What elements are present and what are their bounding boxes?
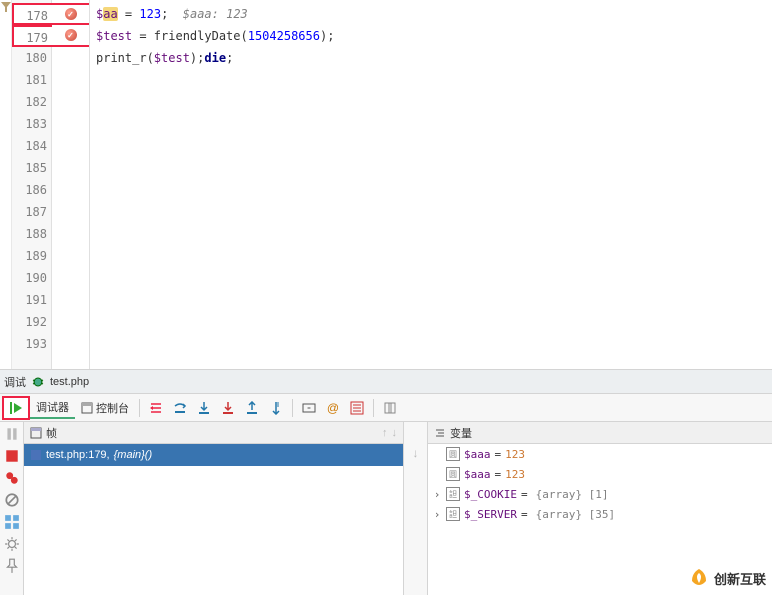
console-subtab[interactable]: 控制台 <box>75 398 135 418</box>
step-out-button[interactable] <box>241 397 263 419</box>
line-number-gutter[interactable]: 1781791801811821831841851861871881891901… <box>12 0 52 369</box>
settings-debug-button[interactable] <box>346 397 368 419</box>
breakpoint-column[interactable] <box>52 0 90 369</box>
layout-button[interactable] <box>4 514 20 530</box>
stop-button[interactable] <box>4 448 20 464</box>
frames-header: 帧 ↑ ↓ <box>24 422 403 444</box>
resume-button[interactable] <box>2 396 30 420</box>
console-icon <box>81 402 93 414</box>
breakpoint-icon[interactable] <box>65 29 77 41</box>
variable-row[interactable]: ›詚$_SERVER = {array} [35] <box>428 504 772 524</box>
evaluate-expression-button[interactable]: = <box>298 397 320 419</box>
debug-body: 帧 ↑ ↓ test.php:179, {main}() ↓ <box>0 422 772 595</box>
watermark-logo-icon <box>688 567 710 589</box>
pause-button[interactable] <box>4 426 20 442</box>
frame-row[interactable]: test.php:179, {main}() <box>24 444 403 466</box>
watermark: 创新互联 <box>688 567 766 589</box>
frame-next-button[interactable]: ↓ <box>392 427 398 439</box>
variable-row[interactable]: ›詚$_COOKIE = {array} [1] <box>428 484 772 504</box>
code-editor: 1781791801811821831841851861871881891901… <box>0 0 772 370</box>
filter-column[interactable] <box>0 0 12 369</box>
watch-down-button[interactable]: ↓ <box>413 446 419 460</box>
vars-header: 变量 <box>428 422 772 444</box>
vars-side-toolbar: ↓ <box>404 422 428 595</box>
view-breakpoints-button[interactable] <box>4 470 20 486</box>
debug-panel: 调试 test.php 调试器 控制台 = @ <box>0 370 772 595</box>
settings-button[interactable] <box>4 536 20 552</box>
frame-prev-button[interactable]: ↑ <box>382 427 388 439</box>
debug-side-toolbar <box>0 422 24 595</box>
debug-toolbar: 调试器 控制台 = @ <box>0 394 772 422</box>
at-sign-button[interactable]: @ <box>322 397 344 419</box>
php-file-icon <box>30 449 42 461</box>
debug-tab-strip: 调试 test.php <box>0 370 772 394</box>
code-content[interactable]: $aa = 123; $aaa: 123$test = friendlyDate… <box>90 0 772 369</box>
pin-button[interactable] <box>379 397 401 419</box>
breakpoint-icon[interactable] <box>65 8 77 20</box>
frames-title: 帧 <box>46 425 57 441</box>
frame-file: test.php:179, <box>46 449 110 461</box>
variable-row[interactable]: 圆$aaa = 123 <box>428 464 772 484</box>
debugger-subtab[interactable]: 调试器 <box>30 397 75 419</box>
vars-icon <box>434 427 446 439</box>
svg-text:@: @ <box>327 401 339 415</box>
bug-icon <box>32 376 44 388</box>
run-to-cursor-button[interactable] <box>265 397 287 419</box>
debug-file-label[interactable]: test.php <box>50 376 89 388</box>
step-into-button[interactable] <box>193 397 215 419</box>
variable-row[interactable]: 圆$aaa = 123 <box>428 444 772 464</box>
vars-title: 变量 <box>450 425 472 441</box>
frames-icon <box>30 427 42 439</box>
force-step-into-button[interactable] <box>217 397 239 419</box>
frames-panel: 帧 ↑ ↓ test.php:179, {main}() <box>24 422 404 595</box>
frame-function: {main}() <box>114 449 153 461</box>
debug-tab-label[interactable]: 调试 <box>4 374 26 390</box>
show-execution-point-button[interactable] <box>145 397 167 419</box>
step-over-button[interactable] <box>169 397 191 419</box>
svg-text:=: = <box>307 406 311 412</box>
pin-panel-button[interactable] <box>4 558 20 574</box>
mute-breakpoints-button[interactable] <box>4 492 20 508</box>
